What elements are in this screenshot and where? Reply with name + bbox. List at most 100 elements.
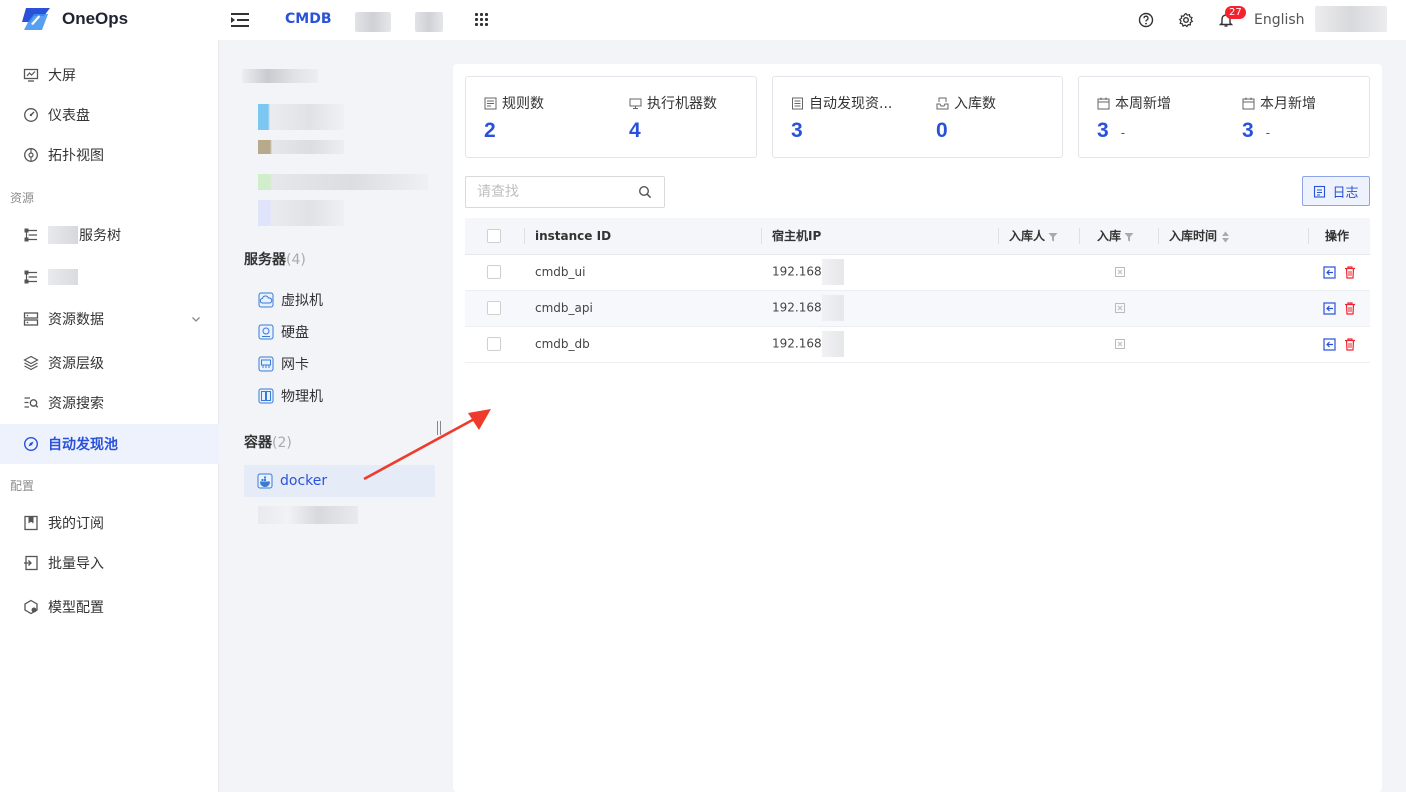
gauge-icon: [24, 108, 38, 122]
not-inbound-icon: [1114, 303, 1125, 313]
tree-group-count: (2): [272, 435, 292, 451]
blurred-tree-item[interactable]: [258, 140, 344, 154]
sidebar-item-tree-blurred[interactable]: [0, 257, 219, 297]
delete-icon[interactable]: [1344, 301, 1356, 315]
sidebar-item-service-tree[interactable]: 服务树: [0, 215, 219, 255]
table-row: cmdb_db 192.168: [465, 326, 1370, 363]
machine-icon: [629, 98, 642, 109]
calendar-icon: [1097, 97, 1110, 109]
stat-card-new: 本周新增 3- 本月新增 3-: [1078, 76, 1370, 158]
stat-value: 3: [791, 119, 803, 142]
blurred-tree-item[interactable]: [258, 506, 358, 524]
blurred-tree-item[interactable]: [258, 200, 344, 226]
collapse-menu-icon[interactable]: [229, 10, 251, 30]
sidebar-item-bigscreen[interactable]: 大屏: [0, 55, 219, 95]
blurred-nav-tab[interactable]: [355, 12, 391, 32]
row-checkbox[interactable]: [487, 265, 501, 279]
inbound-action-icon[interactable]: [1323, 301, 1336, 315]
blurred-nav-tab[interactable]: [415, 12, 443, 32]
inbound-action-icon[interactable]: [1323, 265, 1336, 279]
tree-item-label: 物理机: [281, 389, 323, 405]
user-avatar[interactable]: [1315, 6, 1387, 32]
rules-icon: [484, 97, 497, 109]
tree-item-label: docker: [280, 473, 328, 489]
inbound-action-icon[interactable]: [1323, 337, 1336, 351]
logo[interactable]: OneOps: [20, 8, 128, 30]
cell-inbound: [1080, 254, 1159, 291]
sidebar-item-resource-levels[interactable]: 资源层级: [0, 343, 219, 383]
annotation-arrow-icon: [363, 409, 491, 481]
row-checkbox[interactable]: [487, 337, 501, 351]
row-checkbox[interactable]: [487, 301, 501, 315]
search-box: [465, 176, 665, 208]
app-name: OneOps: [62, 9, 129, 28]
import-icon: [24, 555, 38, 571]
discovery-table: instance ID 宿主机IP 入库人 入库 入库时间 操作 cmdb_ui…: [465, 218, 1370, 363]
cell-host-ip: 192.168: [762, 254, 999, 291]
blurred-tree-item[interactable]: [258, 174, 428, 190]
sidebar-item-label: 批量导入: [48, 556, 104, 572]
sidebar-item-resource-search[interactable]: 资源搜索: [0, 383, 219, 423]
tree-icon: [24, 270, 37, 284]
sidebar-item-topology[interactable]: 拓扑视图: [0, 135, 219, 175]
delete-icon[interactable]: [1344, 265, 1356, 279]
delete-icon[interactable]: [1344, 337, 1356, 351]
tree-item-physical[interactable]: 物理机: [258, 386, 323, 406]
cell-instance-id: cmdb_ui: [525, 254, 762, 291]
col-inbound[interactable]: 入库: [1080, 218, 1159, 255]
tree-group-label: 容器: [244, 435, 272, 451]
not-inbound-icon: [1114, 267, 1125, 277]
select-all-checkbox[interactable]: [487, 228, 501, 243]
table-header-row: instance ID 宿主机IP 入库人 入库 入库时间 操作: [465, 218, 1370, 255]
column-header: 入库: [1097, 229, 1122, 244]
tree-group-containers[interactable]: 容器(2): [244, 432, 292, 452]
blurred-tree-item[interactable]: [258, 104, 344, 130]
log-button[interactable]: 日志: [1302, 176, 1370, 206]
chevron-down-icon: [192, 317, 200, 322]
tree-item-label: 硬盘: [281, 325, 309, 341]
stat-label: 执行机器数: [647, 96, 717, 112]
stat-month-new: 本月新增 3-: [1242, 93, 1316, 143]
tree-item-label: 虚拟机: [281, 293, 323, 309]
log-button-label: 日志: [1332, 185, 1359, 201]
search-input[interactable]: [466, 177, 626, 207]
table-row: cmdb_ui 192.168: [465, 254, 1370, 291]
table-row: cmdb_api 192.168: [465, 290, 1370, 327]
tree-item-label: 网卡: [281, 357, 309, 373]
sidebar-item-label: 仪表盘: [48, 108, 90, 124]
sort-icon[interactable]: [1221, 231, 1230, 243]
top-bar: OneOps CMDB 27 English: [0, 0, 1406, 40]
physical-server-icon: [258, 388, 274, 404]
nav-tab-cmdb[interactable]: CMDB: [285, 11, 332, 27]
col-host-ip[interactable]: 宿主机IP: [762, 218, 999, 255]
help-icon[interactable]: [1138, 12, 1154, 28]
sidebar-section-config: 配置: [10, 479, 35, 493]
stat-discovered: 自动发现资... 3: [791, 93, 892, 143]
stat-trend: -: [1265, 125, 1271, 140]
tree-group-servers[interactable]: 服务器(4): [244, 249, 306, 269]
sidebar-item-model-config[interactable]: 模型配置: [0, 587, 219, 627]
col-inbound-user[interactable]: 入库人: [999, 218, 1080, 255]
sidebar-section-resources: 资源: [10, 191, 35, 205]
nic-icon: [258, 356, 274, 372]
sidebar-item-resource-data[interactable]: 资源数据: [0, 299, 219, 339]
tree-item-disk[interactable]: 硬盘: [258, 322, 309, 342]
apps-grid-icon[interactable]: [475, 13, 489, 27]
filter-icon[interactable]: [1048, 232, 1058, 242]
column-header: 入库时间: [1169, 229, 1218, 244]
sidebar-item-dashboard[interactable]: 仪表盘: [0, 95, 219, 135]
sidebar-item-bulk-import[interactable]: 批量导入: [0, 543, 219, 583]
col-instance-id[interactable]: instance ID: [525, 218, 762, 255]
search-icon[interactable]: [638, 185, 652, 199]
tree-item-vm[interactable]: 虚拟机: [258, 290, 323, 310]
sidebar-item-my-subscriptions[interactable]: 我的订阅: [0, 503, 219, 543]
sidebar-item-label: 大屏: [48, 68, 76, 84]
col-inbound-time[interactable]: 入库时间: [1159, 218, 1309, 255]
main-content: 规则数 2 执行机器数 4 自动发现资... 3 入库数 0 本周新增 3- 本…: [453, 64, 1382, 792]
tree-item-nic[interactable]: 网卡: [258, 354, 309, 374]
filter-icon[interactable]: [1124, 232, 1134, 242]
language-switch[interactable]: English: [1254, 12, 1305, 28]
sidebar-item-auto-discovery-pool[interactable]: 自动发现池: [0, 424, 219, 464]
settings-gear-icon[interactable]: [1178, 12, 1194, 28]
list-search-icon: [24, 397, 39, 408]
